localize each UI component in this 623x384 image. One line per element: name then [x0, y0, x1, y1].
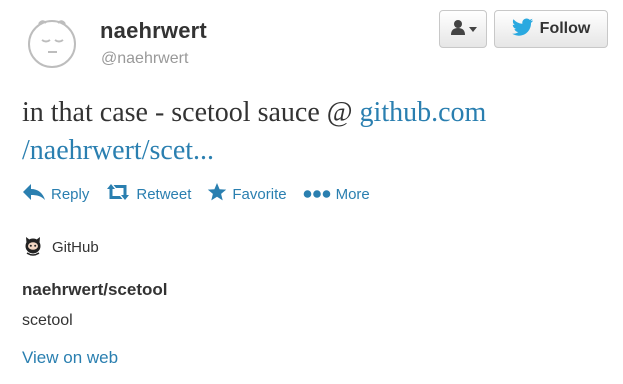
follow-button[interactable]: Follow: [494, 10, 608, 48]
more-action[interactable]: More: [303, 182, 370, 206]
reply-icon: [22, 183, 46, 205]
star-icon: [207, 182, 227, 206]
tweet-text-prefix: in that case - scetool sauce @: [22, 97, 360, 128]
more-label[interactable]: More: [336, 186, 370, 203]
view-on-web-link[interactable]: View on web: [22, 348, 118, 368]
tweet-link-line1[interactable]: github.com: [360, 97, 487, 128]
reply-label[interactable]: Reply: [51, 186, 89, 203]
tweet-link-line2[interactable]: /naehrwert/scet...: [22, 135, 214, 166]
retweet-icon: [105, 183, 131, 205]
card-source: GitHub: [22, 234, 99, 260]
reply-action[interactable]: Reply: [22, 182, 89, 206]
card-source-name[interactable]: GitHub: [52, 239, 99, 256]
card-title[interactable]: naehrwert/scetool: [22, 280, 168, 300]
display-name[interactable]: naehrwert: [100, 18, 207, 44]
avatar[interactable]: [22, 10, 82, 70]
favorite-action[interactable]: Favorite: [207, 182, 287, 206]
person-icon: [450, 19, 466, 40]
user-handle[interactable]: @naehrwert: [101, 50, 188, 68]
twitter-bird-icon: [511, 18, 534, 41]
more-dots-icon: [303, 186, 331, 203]
user-actions-button[interactable]: [439, 10, 487, 48]
tweet-actions: Reply Retweet Favorite More: [22, 182, 386, 206]
card-description: scetool: [22, 312, 73, 329]
retweet-action[interactable]: Retweet: [105, 182, 191, 206]
tweet-text: in that case - scetool sauce @ github.co…: [22, 94, 612, 170]
follow-label: Follow: [539, 20, 591, 37]
chevron-down-icon: [468, 20, 477, 38]
octocat-icon: [22, 234, 44, 260]
favorite-label[interactable]: Favorite: [232, 186, 286, 203]
retweet-label[interactable]: Retweet: [136, 186, 191, 203]
